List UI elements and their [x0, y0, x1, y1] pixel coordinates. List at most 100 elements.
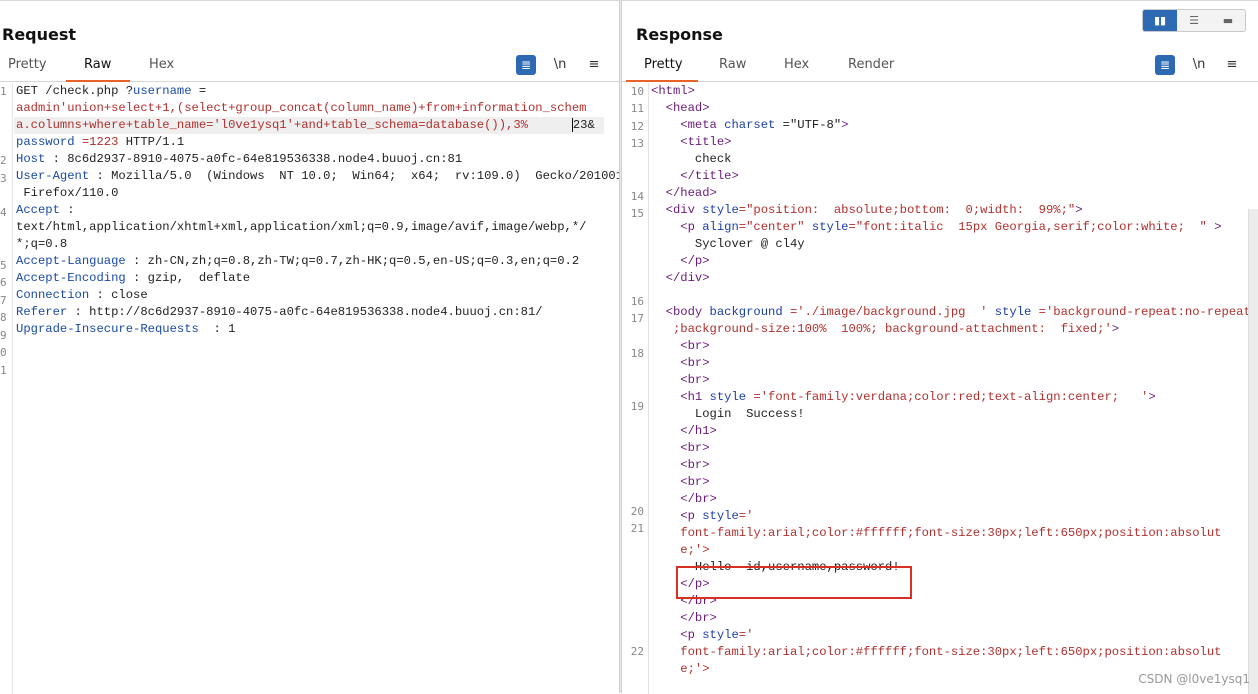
line-number: 21	[630, 522, 644, 535]
line-number: 12	[630, 120, 644, 133]
code-line: font-family:arial;color:#ffffff;font-siz…	[651, 526, 1222, 540]
request-code: GET /check.php ?username = aadmin'union+…	[16, 83, 620, 338]
code-line: <br>	[651, 339, 710, 353]
code-line: Accept-Encoding : gzip, deflate	[16, 271, 251, 285]
code-line: </title>	[651, 169, 739, 183]
request-pane: Request Pretty Raw Hex ≣ \n ≡ 1 2 3 4 5 …	[0, 0, 620, 694]
code-line: Host : 8c6d2937-8910-4075-a0fc-64e819536…	[16, 152, 463, 166]
code-line: </p>	[651, 254, 710, 268]
code-line: </head>	[651, 186, 717, 200]
code-line: ;background-size:100% 100%; background-a…	[651, 322, 1120, 336]
line-number: 16	[630, 295, 644, 308]
code-line: Connection : close	[16, 288, 148, 302]
code-line: Upgrade-Insecure-Requests : 1	[16, 322, 236, 336]
wrap-icon[interactable]: ≣	[1155, 55, 1175, 75]
request-tab-hex[interactable]: Hex	[149, 57, 174, 72]
watermark: CSDN @l0ve1ysq1	[1138, 672, 1250, 686]
line-number: 5	[0, 259, 7, 272]
split-vertical-icon[interactable]: ☰	[1177, 10, 1211, 31]
code-line: </div>	[651, 271, 710, 285]
code-line: <div style="position: absolute;bottom: 0…	[651, 203, 1083, 217]
code-line: e;'>	[651, 543, 710, 557]
code-line: Syclover @ cl4y	[651, 237, 805, 251]
response-pane: Response Pretty Raw Hex Render ≣ \n ≡ 10…	[622, 0, 1258, 694]
line-number: 6	[0, 276, 7, 289]
tabs-layout-icon[interactable]: ▬	[1211, 10, 1245, 31]
response-tab-raw[interactable]: Raw	[719, 57, 746, 72]
code-line: </h1>	[651, 424, 717, 438]
code-line: Firefox/110.0	[16, 186, 119, 200]
request-tab-pretty[interactable]: Pretty	[8, 57, 47, 72]
line-number: 8	[0, 311, 7, 324]
code-line: <br>	[651, 373, 710, 387]
code-line: Accept-Language : zh-CN,zh;q=0.8,zh-TW;q…	[16, 254, 580, 268]
line-number: 0	[0, 346, 7, 359]
line-number: 2	[0, 154, 7, 167]
response-tab-pretty[interactable]: Pretty	[644, 57, 683, 72]
code-line: font-family:arial;color:#ffffff;font-siz…	[651, 645, 1222, 659]
line-number: 22	[630, 645, 644, 658]
line-number: 19	[630, 400, 644, 413]
request-tab-raw[interactable]: Raw	[84, 57, 111, 72]
line-number: 1	[0, 364, 7, 377]
code-line: check	[651, 152, 732, 166]
request-tabbar: Pretty Raw Hex ≣ \n ≡	[0, 53, 620, 82]
code-line: </br>	[651, 611, 717, 625]
menu-icon[interactable]: ≡	[584, 55, 604, 75]
line-number: 17	[630, 312, 644, 325]
line-number: 18	[630, 347, 644, 360]
code-line: <html>	[651, 84, 695, 98]
code-line: <p style='	[651, 628, 754, 642]
line-number: 20	[630, 505, 644, 518]
line-number: 11	[630, 102, 644, 115]
code-line: <meta charset ="UTF-8">	[651, 118, 849, 132]
code-line: </br>	[651, 492, 717, 506]
response-tabbar: Pretty Raw Hex Render ≣ \n ≡	[622, 53, 1258, 82]
code-line: text/html,application/xhtml+xml,applicat…	[16, 220, 587, 234]
response-title: Response	[636, 25, 723, 44]
line-number: 7	[0, 294, 7, 307]
code-line: <br>	[651, 356, 710, 370]
response-gutter	[622, 83, 649, 694]
split-horizontal-icon[interactable]: ▮▮	[1143, 10, 1177, 31]
code-line: *;q=0.8	[16, 237, 68, 251]
code-line: <body background ='./image/background.jp…	[651, 305, 1251, 319]
code-line: <title>	[651, 135, 732, 149]
code-line: User-Agent : Mozilla/5.0 (Windows NT 10.…	[16, 169, 620, 183]
code-line: <h1 style ='font-family:verdana;color:re…	[651, 390, 1156, 404]
response-editor[interactable]: 10 11 12 13 14 15 16 17 18 19 20 21 22 <…	[622, 83, 1258, 694]
code-line: Login Success!	[651, 407, 805, 421]
code-line: password =1223 HTTP/1.1	[16, 135, 185, 149]
code-line: <p align="center" style="font:italic 15p…	[651, 220, 1222, 234]
newline-icon[interactable]: \n	[1189, 55, 1209, 75]
code-line: <br>	[651, 475, 710, 489]
line-number: 14	[630, 190, 644, 203]
line-number: 10	[630, 85, 644, 98]
code-line: Accept :	[16, 203, 75, 217]
response-tab-render[interactable]: Render	[848, 57, 894, 72]
active-tab-underline	[626, 80, 698, 82]
code-line: <head>	[651, 101, 710, 115]
layout-toggle-group: ▮▮ ☰ ▬	[1142, 9, 1246, 32]
code-line: <br>	[651, 441, 710, 455]
code-line: e;'>	[651, 662, 710, 676]
code-line: Referer : http://8c6d2937-8910-4075-a0fc…	[16, 305, 543, 319]
response-tab-hex[interactable]: Hex	[784, 57, 809, 72]
code-line: GET /check.php ?username =	[16, 84, 207, 98]
newline-icon[interactable]: \n	[550, 55, 570, 75]
code-line: aadmin'union+select+1,(select+group_conc…	[16, 101, 587, 115]
response-scrollbar[interactable]	[1248, 209, 1258, 694]
wrap-icon[interactable]: ≣	[516, 55, 536, 75]
menu-icon[interactable]: ≡	[1222, 55, 1242, 75]
line-number: 15	[630, 207, 644, 220]
request-editor[interactable]: 1 2 3 4 5 6 7 8 9 0 1 GET /check.php ?us…	[0, 83, 620, 694]
code-line: a.columns+where+table_name='l0ve1ysq1'+a…	[16, 117, 595, 132]
line-number: 9	[0, 329, 7, 342]
line-number: 1	[0, 85, 7, 98]
active-tab-underline	[66, 80, 130, 82]
line-number: 4	[0, 206, 7, 219]
line-number: 3	[0, 172, 7, 185]
line-number: 13	[630, 137, 644, 150]
highlight-box	[676, 566, 912, 599]
request-title: Request	[2, 25, 77, 44]
